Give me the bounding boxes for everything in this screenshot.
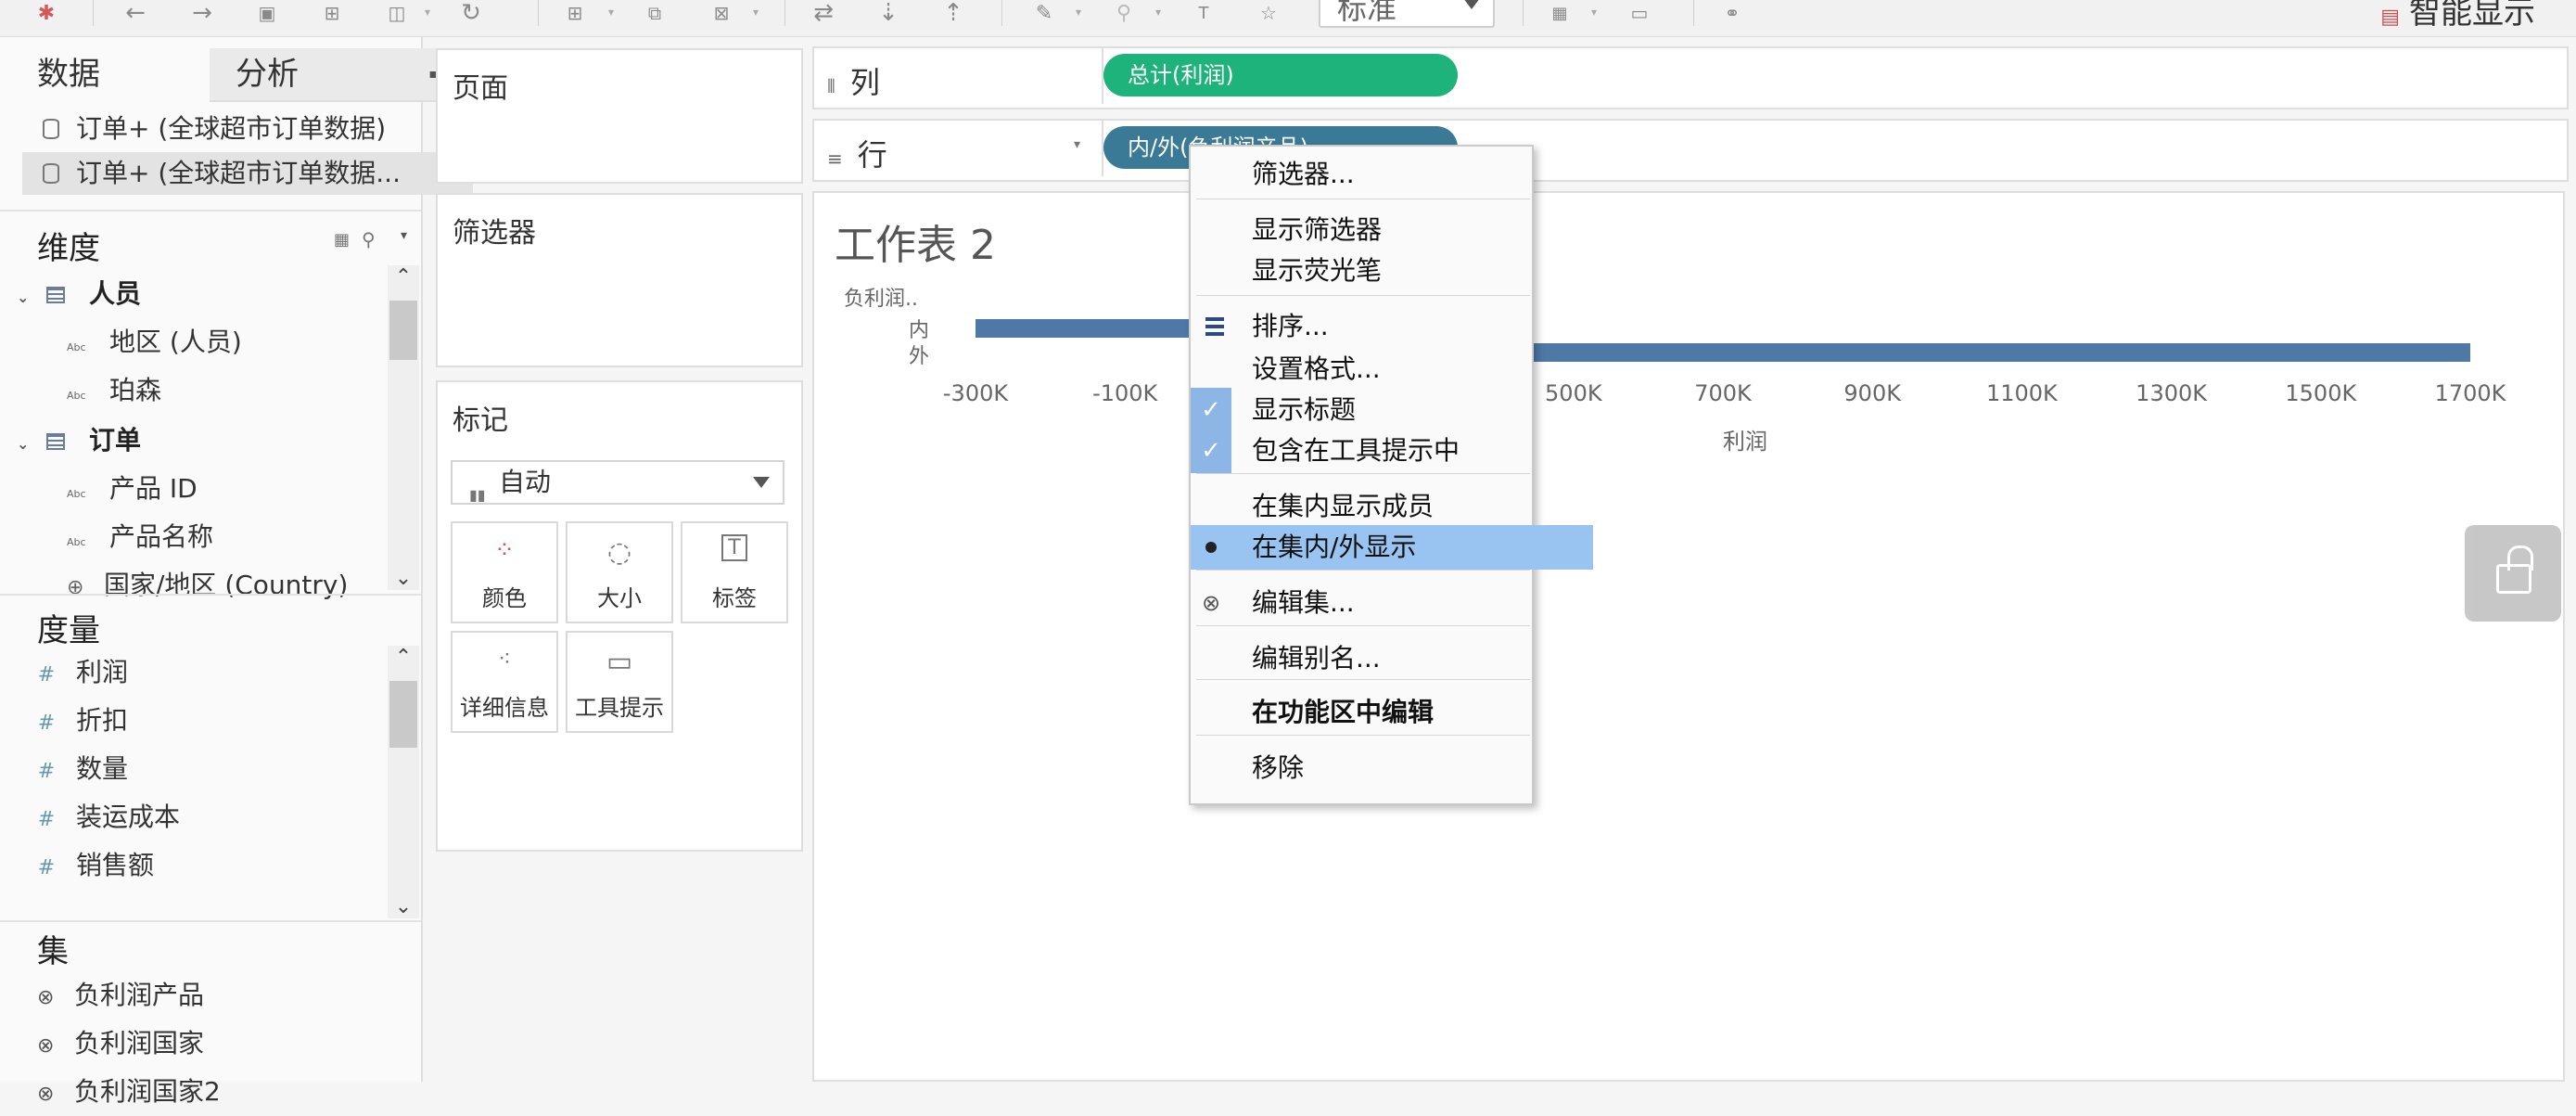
menu-item-label: 显示标题 <box>1252 394 1357 425</box>
menu-item[interactable]: 筛选器... <box>1191 152 1593 197</box>
menu-item[interactable]: ✓ 包含在工具提示中 <box>1191 429 1593 473</box>
menu-item[interactable]: 编辑别名... <box>1191 636 1593 681</box>
checkmark-icon: ✓ <box>1191 388 1231 432</box>
x-axis-tick-label: 1700K <box>2434 380 2506 406</box>
x-axis-tick-label: 1300K <box>2136 380 2208 406</box>
x-axis-tick-label: 900K <box>1843 380 1901 406</box>
menu-item-label: 移除 <box>1252 752 1305 783</box>
menu-separator <box>1196 625 1530 626</box>
menu-item-label: 设置格式... <box>1252 353 1381 384</box>
x-axis-tick-label: 700K <box>1694 380 1752 406</box>
menu-item[interactable]: ⊗ 编辑集... <box>1191 581 1593 625</box>
menu-separator <box>1196 473 1530 474</box>
checkmark-icon: ✓ <box>1191 429 1231 473</box>
menu-item[interactable]: 在集内显示成员 <box>1191 484 1593 529</box>
bar-0[interactable] <box>976 319 1200 338</box>
x-axis-label: 利润 <box>1723 429 1767 455</box>
unlock-button[interactable] <box>2465 525 2561 622</box>
radio-dot-icon <box>1205 542 1217 553</box>
set-icon: ⊗ <box>1202 590 1221 616</box>
menu-item[interactable]: 在集内/外显示 <box>1191 525 1593 570</box>
menu-item-label: 显示荧光笔 <box>1252 255 1383 286</box>
x-axis-tick-label: -300K <box>942 380 1009 406</box>
menu-item[interactable]: 排序... <box>1191 304 1593 349</box>
menu-separator <box>1196 570 1530 571</box>
menu-separator <box>1196 295 1530 296</box>
x-axis-tick-label: 1100K <box>1985 380 2058 406</box>
menu-item[interactable]: 显示荧光笔 <box>1191 249 1593 293</box>
menu-item-label: 筛选器... <box>1252 159 1355 189</box>
menu-item-label: 在集内显示成员 <box>1252 491 1435 521</box>
menu-item-label: 编辑集... <box>1252 587 1355 618</box>
menu-item[interactable]: 在功能区中编辑 <box>1191 690 1593 735</box>
x-axis-tick-label: 1500K <box>2285 380 2357 406</box>
menu-item[interactable]: 移除 <box>1191 746 1593 790</box>
context-menu: 筛选器... 显示筛选器显示荧光笔排序... 设置格式... ✓ 显示标题 ✓ 包含在工具提… <box>1189 145 1593 805</box>
menu-item-label: 排序... <box>1252 311 1329 341</box>
menu-separator <box>1196 735 1530 736</box>
menu-item-label: 显示筛选器 <box>1252 214 1383 245</box>
menu-item-label: 在功能区中编辑 <box>1252 697 1435 727</box>
lock-icon <box>2496 564 2531 594</box>
menu-item-label: 包含在工具提示中 <box>1252 435 1460 466</box>
sort-icon <box>1205 317 1224 336</box>
menu-item[interactable]: ✓ 显示标题 <box>1191 388 1593 432</box>
menu-item[interactable]: 显示筛选器 <box>1191 208 1593 252</box>
menu-item[interactable]: 设置格式... <box>1191 347 1593 391</box>
menu-item-label: 在集内/外显示 <box>1252 532 1417 562</box>
x-axis-tick-label: -100K <box>1092 380 1158 406</box>
menu-item-label: 编辑别名... <box>1252 643 1381 673</box>
